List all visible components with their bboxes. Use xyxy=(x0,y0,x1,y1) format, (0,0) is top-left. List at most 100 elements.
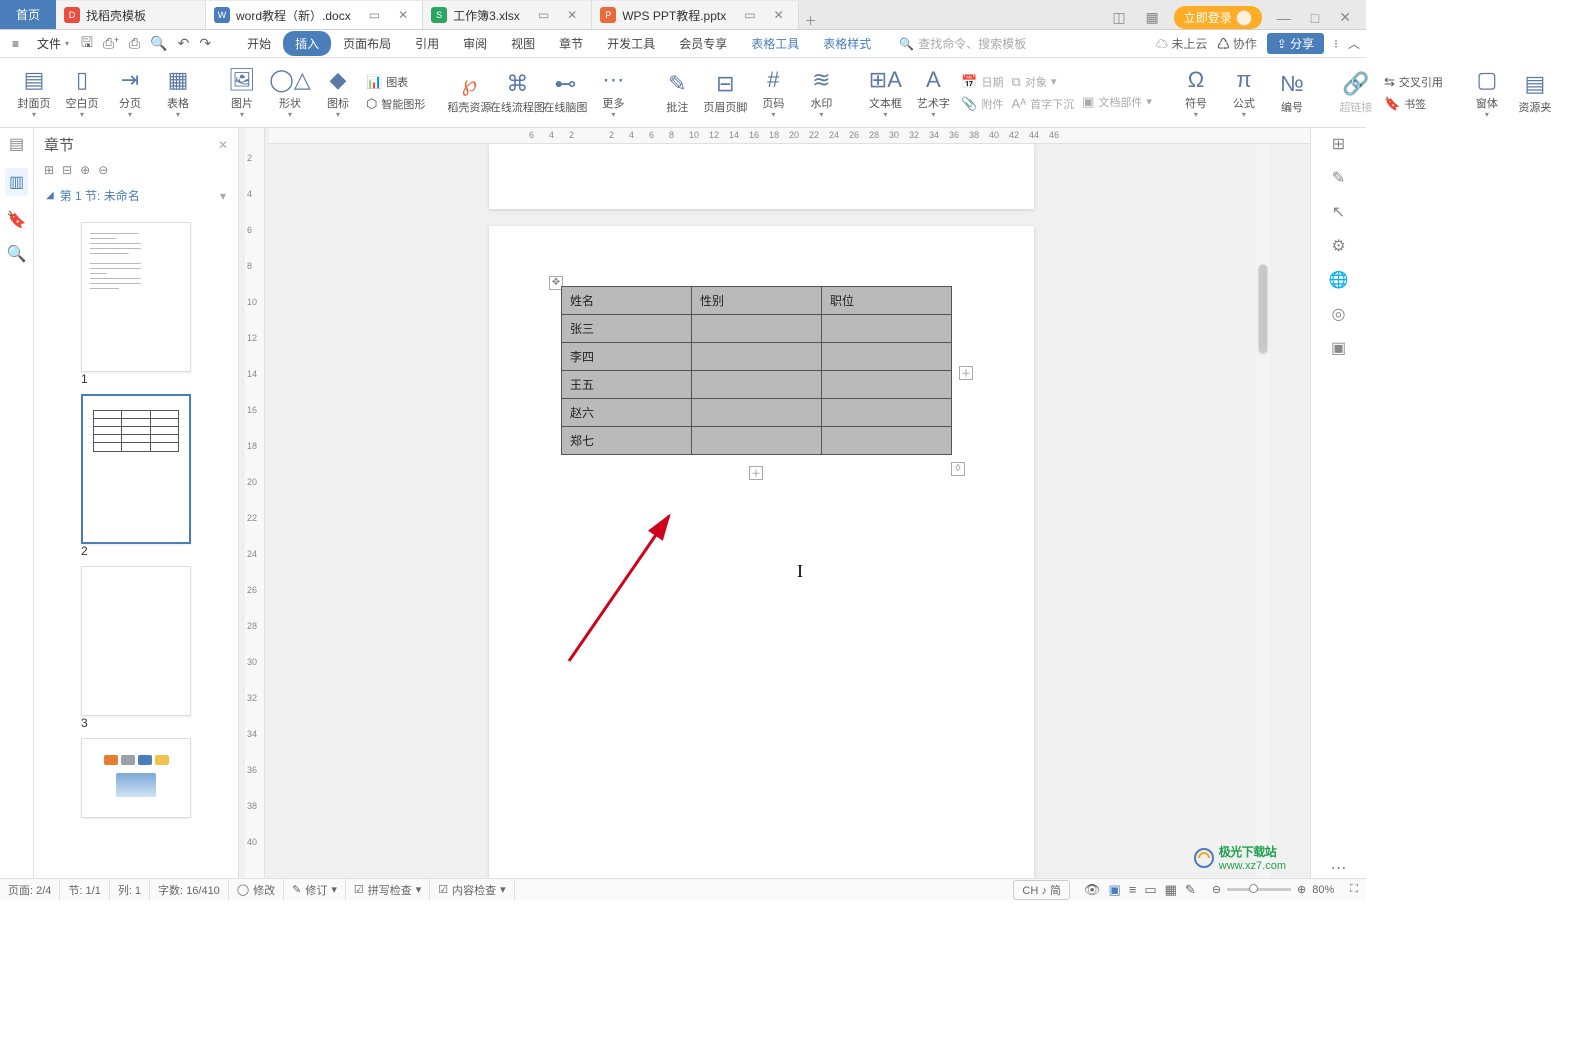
tab-xlsx[interactable]: S 工作簿3.xlsx ▭ ✕ xyxy=(423,1,592,29)
tab-member[interactable]: 会员专享 xyxy=(667,31,739,56)
page-2[interactable]: ✥ 姓名 性别 职位 张三 李四 王五 赵六 郑七 ＋ ◊ ＋ xyxy=(489,226,1034,878)
maximize-icon[interactable]: □ xyxy=(1306,10,1324,26)
tab-view[interactable]: 视图 xyxy=(499,31,547,56)
page-thumbnail-2[interactable] xyxy=(81,394,191,544)
picture-button[interactable]: 🖼图片▾ xyxy=(218,63,266,123)
document-table[interactable]: 姓名 性别 职位 张三 李四 王五 赵六 郑七 xyxy=(561,286,952,455)
print-preview-icon[interactable]: ⎙⁺ xyxy=(103,35,119,52)
textbox-button[interactable]: ⊞A文本框▾ xyxy=(861,63,909,123)
command-search[interactable]: 🔍 查找命令、搜索模板 xyxy=(889,35,1036,52)
redo-icon[interactable]: ↷ xyxy=(199,35,211,52)
close-tab-icon[interactable]: ✕ xyxy=(561,8,583,22)
focus-icon[interactable]: ✎ xyxy=(1185,882,1196,898)
canvas-scroll[interactable]: ✥ 姓名 性别 职位 张三 李四 王五 赵六 郑七 ＋ ◊ ＋ xyxy=(269,144,1254,878)
tab-daoke-templates[interactable]: D 找稻壳模板 xyxy=(56,1,206,29)
tab-pptx[interactable]: P WPS PPT教程.pptx ▭ ✕ xyxy=(592,1,798,29)
table-header-cell[interactable]: 姓名 xyxy=(562,286,692,314)
tab-word-doc[interactable]: W word教程（新）.docx ▭ ✕ xyxy=(206,1,423,29)
table-row[interactable]: 王五 xyxy=(562,370,952,398)
tab-menu-icon[interactable]: ▭ xyxy=(363,8,386,22)
blank-page-button[interactable]: ▯空白页▾ xyxy=(58,63,106,123)
outline-view-icon[interactable]: ≡ xyxy=(1129,882,1137,897)
new-icon[interactable]: ⊞ xyxy=(1332,134,1345,154)
table-button[interactable]: ▦表格▾ xyxy=(154,63,202,123)
status-section[interactable]: 节: 1/1 xyxy=(60,879,109,900)
symbol-button[interactable]: Ω符号▾ xyxy=(1172,63,1220,123)
horizontal-ruler[interactable]: 6422468101214161820222426283032343638404… xyxy=(269,128,1310,144)
comment-button[interactable]: ✎批注 xyxy=(653,63,701,123)
add-section-icon[interactable]: ⊕ xyxy=(80,163,90,177)
table-cell[interactable] xyxy=(822,398,952,426)
date-button[interactable]: 📅日期 xyxy=(957,72,1007,92)
chart-button[interactable]: 📊图表 xyxy=(362,72,429,92)
table-cell[interactable] xyxy=(692,314,822,342)
table-cell[interactable] xyxy=(822,314,952,342)
read-mode-icon[interactable]: ▦ xyxy=(1165,882,1177,898)
table-header-cell[interactable]: 性别 xyxy=(692,286,822,314)
zoom-value[interactable]: 80% xyxy=(1312,884,1334,896)
zoom-knob[interactable] xyxy=(1249,884,1258,893)
table-cell[interactable] xyxy=(692,342,822,370)
table-cell[interactable]: 王五 xyxy=(562,370,692,398)
close-tab-icon[interactable]: ✕ xyxy=(768,8,790,22)
print-layout-icon[interactable]: ▣ xyxy=(1108,882,1120,898)
zoom-in-icon[interactable]: ⊕ xyxy=(1297,883,1306,896)
watermark-button[interactable]: ≋水印▾ xyxy=(797,63,845,123)
table-row[interactable]: 李四 xyxy=(562,342,952,370)
minimize-icon[interactable]: — xyxy=(1272,10,1296,26)
translate-icon[interactable]: 🌐 xyxy=(1329,270,1349,290)
table-add-col-handle[interactable]: ＋ xyxy=(959,366,973,380)
flowchart-button[interactable]: ⌘在线流程图 xyxy=(493,63,541,123)
zoom-out-icon[interactable]: ⊖ xyxy=(1212,883,1221,896)
close-panel-icon[interactable]: ✕ xyxy=(218,138,228,152)
page-break-button[interactable]: ⇥分页▾ xyxy=(106,63,154,123)
select-icon[interactable]: ↖ xyxy=(1332,202,1345,222)
print-icon[interactable]: ⎙ xyxy=(129,35,140,52)
ai-write-icon[interactable]: ✎ xyxy=(1332,168,1345,188)
tab-pagelayout[interactable]: 页面布局 xyxy=(331,31,403,56)
skin-icon[interactable]: ◫ xyxy=(1107,9,1130,26)
tab-start[interactable]: 开始 xyxy=(235,31,283,56)
section-menu-icon[interactable]: ▾ xyxy=(220,189,226,203)
status-revise[interactable]: ◯修改 xyxy=(229,879,284,900)
scrollbar-thumb[interactable] xyxy=(1258,264,1268,354)
dropcap-button[interactable]: Aᴬ首字下沉 xyxy=(1008,94,1079,114)
table-row[interactable]: 姓名 性别 职位 xyxy=(562,286,952,314)
eye-icon[interactable]: 👁 xyxy=(1084,882,1101,898)
tab-table-tools[interactable]: 表格工具 xyxy=(739,31,811,56)
page-thumbnail-1[interactable]: ━━━━━━━━━━━━━━━━━━━━━━━━━━━━━━━━━━━━━━━━… xyxy=(81,222,191,372)
tab-devtools[interactable]: 开发工具 xyxy=(595,31,667,56)
wordart-button[interactable]: A艺术字▾ xyxy=(909,63,957,123)
page-thumbnail-3[interactable] xyxy=(81,566,191,716)
resource-button[interactable]: ▤资源夹 xyxy=(1511,63,1559,123)
cloud-button[interactable]: ☁ 未上云 xyxy=(1156,35,1207,52)
ime-indicator[interactable]: CH ♪ 简 xyxy=(1013,880,1070,900)
table-cell[interactable]: 李四 xyxy=(562,342,692,370)
table-cell[interactable]: 赵六 xyxy=(562,398,692,426)
tab-reference[interactable]: 引用 xyxy=(403,31,451,56)
table-cell[interactable] xyxy=(822,370,952,398)
grid-icon[interactable]: ▦ xyxy=(1141,9,1164,26)
formula-button[interactable]: π公式▾ xyxy=(1220,63,1268,123)
status-page[interactable]: 页面: 2/4 xyxy=(0,879,60,900)
status-column[interactable]: 列: 1 xyxy=(110,879,150,900)
numbering-button[interactable]: №编号 xyxy=(1268,63,1316,123)
new-tab-button[interactable]: ＋ xyxy=(799,12,823,29)
app-menu-icon[interactable]: ≡ xyxy=(6,37,25,51)
chapter-icon[interactable]: ▥ xyxy=(5,168,28,196)
menu-more-icon[interactable]: ⁝ xyxy=(1334,37,1338,51)
web-layout-icon[interactable]: ▭ xyxy=(1144,882,1156,898)
page-thumbnail-4[interactable] xyxy=(81,738,191,818)
tab-insert[interactable]: 插入 xyxy=(283,31,331,56)
window-form-button[interactable]: ▢窗体▾ xyxy=(1463,63,1511,123)
page-1-bottom[interactable] xyxy=(489,144,1034,209)
object-button[interactable]: ⧉对象 ▾ xyxy=(1008,72,1079,92)
table-cell[interactable]: 郑七 xyxy=(562,426,692,454)
icon-button[interactable]: ◆图标▾ xyxy=(314,63,362,123)
status-content-check[interactable]: ☑内容检查 ▾ xyxy=(430,879,514,900)
table-cell[interactable] xyxy=(822,342,952,370)
header-footer-button[interactable]: ⊟页眉页脚 xyxy=(701,63,749,123)
vertical-ruler[interactable]: 246810121416182022242628303234363840 xyxy=(245,128,265,878)
smartart-button[interactable]: ⬡智能图形 xyxy=(362,94,429,114)
location-icon[interactable]: ◎ xyxy=(1332,304,1346,324)
